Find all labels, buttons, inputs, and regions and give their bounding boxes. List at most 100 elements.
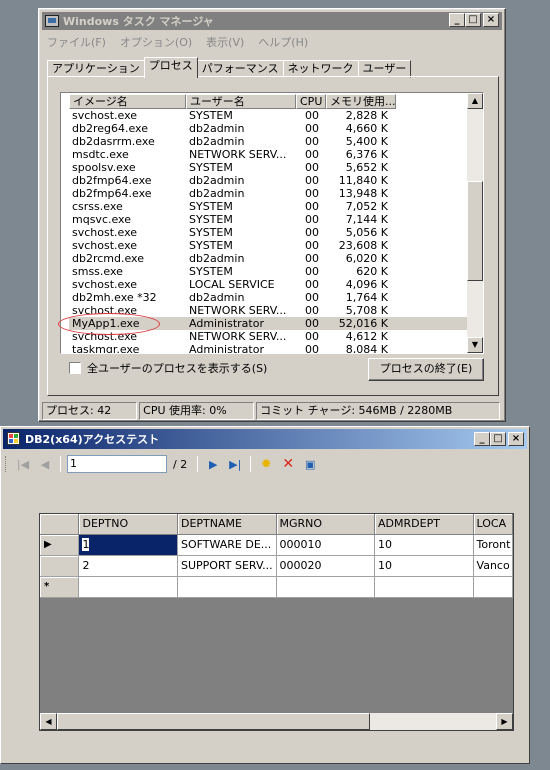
grid-cell-location[interactable] — [473, 577, 513, 598]
process-image-name: db2rcmd.exe — [72, 252, 144, 265]
process-list-scrollbar[interactable]: ▲ ▼ — [467, 93, 483, 353]
process-row[interactable]: smss.exe SYSTEM 00 620 K — [69, 265, 469, 278]
menu-help[interactable]: ヘルプ(H) — [256, 32, 310, 50]
status-commit-charge: コミット チャージ: 546MB / 2280MB — [256, 402, 500, 420]
process-memory: 11,840 K — [338, 174, 388, 187]
row-header[interactable] — [40, 556, 80, 577]
end-process-button[interactable]: プロセスの終了(E) — [368, 358, 484, 381]
process-row[interactable]: db2fmp64.exe db2admin 00 11,840 K — [69, 174, 469, 187]
table-row[interactable]: ▶ 1 SOFTWARE DE... 000010 10 Toront — [40, 535, 513, 556]
process-cpu: 00 — [305, 330, 319, 343]
task-manager-titlebar[interactable]: Windows タスク マネージャ _ □ × — [42, 12, 502, 30]
grid-header-row: DEPTNO DEPTNAME MGRNO ADMRDEPT LOCA — [40, 514, 513, 535]
scroll-left-icon[interactable]: ◀ — [40, 713, 57, 730]
grid-cell-deptname[interactable]: SOFTWARE DE... — [177, 535, 277, 556]
move-next-icon[interactable]: ▶ — [204, 455, 222, 473]
menu-options[interactable]: オプション(O) — [118, 32, 194, 50]
grid-cell-mgrno[interactable] — [276, 577, 376, 598]
process-row[interactable]: svchost.exe LOCAL SERVICE 00 4,096 K — [69, 278, 469, 291]
data-grid[interactable]: DEPTNO DEPTNAME MGRNO ADMRDEPT LOCA ▶ 1 … — [39, 513, 514, 731]
new-row[interactable]: * — [40, 577, 513, 598]
grid-cell-mgrno[interactable]: 000020 — [276, 556, 376, 577]
process-row[interactable]: csrss.exe SYSTEM 00 7,052 K — [69, 200, 469, 213]
status-cpu-usage: CPU 使用率: 0% — [139, 402, 255, 420]
grid-cell-mgrno[interactable]: 000010 — [276, 535, 376, 556]
process-row[interactable]: taskmgr.exe Administrator 00 8,084 K — [69, 343, 469, 353]
grid-cell-admrdept[interactable]: 10 — [375, 535, 474, 556]
scroll-up-icon[interactable]: ▲ — [467, 93, 483, 109]
grid-cell-admrdept[interactable]: 10 — [375, 556, 474, 577]
col-cpu[interactable]: CPU — [296, 94, 326, 109]
count-label: / 2 — [173, 457, 188, 471]
process-row[interactable]: svchost.exe SYSTEM 00 2,828 K — [69, 109, 469, 122]
process-image-name: db2dasrrm.exe — [72, 135, 155, 148]
process-user-name: SYSTEM — [189, 265, 233, 278]
scroll-down-icon[interactable]: ▼ — [467, 337, 483, 353]
process-memory: 5,708 K — [345, 304, 388, 317]
process-row[interactable]: spoolsv.exe SYSTEM 00 5,652 K — [69, 161, 469, 174]
col-admrdept[interactable]: ADMRDEPT — [375, 514, 474, 535]
col-location[interactable]: LOCA — [473, 514, 513, 535]
process-user-name: SYSTEM — [189, 226, 233, 239]
tab-processes[interactable]: プロセス — [143, 57, 198, 78]
process-row[interactable]: db2reg64.exe db2admin 00 4,660 K — [69, 122, 469, 135]
grid-cell-location[interactable]: Vanco — [473, 556, 513, 577]
scroll-right-icon[interactable]: ▶ — [496, 713, 513, 730]
process-row[interactable]: svchost.exe SYSTEM 00 5,056 K — [69, 226, 469, 239]
move-previous-icon[interactable]: ◀ — [36, 455, 54, 473]
col-deptno[interactable]: DEPTNO — [79, 514, 178, 535]
process-row[interactable]: db2fmp64.exe db2admin 00 13,948 K — [69, 187, 469, 200]
menu-file[interactable]: ファイル(F) — [45, 32, 108, 50]
position-input[interactable]: 1 — [67, 455, 167, 473]
process-image-name: db2reg64.exe — [72, 122, 149, 135]
grid-cell-deptno[interactable]: 2 — [79, 556, 178, 577]
checkbox-box[interactable] — [69, 362, 81, 374]
new-row-indicator-icon[interactable]: * — [40, 577, 80, 598]
h-scroll-thumb[interactable] — [57, 713, 370, 730]
process-image-name: svchost.exe — [72, 239, 138, 252]
show-all-users-checkbox[interactable]: 全ユーザーのプロセスを表示する(S) — [69, 360, 267, 376]
db2-close-button[interactable]: × — [508, 432, 524, 446]
db2-titlebar[interactable]: DB2(x64)アクセステスト _ □ × — [3, 429, 527, 449]
maximize-button[interactable]: □ — [465, 13, 481, 27]
move-first-icon[interactable]: |◀ — [14, 455, 32, 473]
col-deptname[interactable]: DEPTNAME — [177, 514, 277, 535]
grid-cell-deptname[interactable]: SUPPORT SERV... — [177, 556, 277, 577]
db2-maximize-button[interactable]: □ — [490, 432, 506, 446]
move-last-icon[interactable]: ▶| — [226, 455, 244, 473]
grid-cell-deptname[interactable] — [177, 577, 277, 598]
process-user-name: db2admin — [189, 252, 245, 265]
col-mgrno[interactable]: MGRNO — [276, 514, 376, 535]
save-icon[interactable]: ▣ — [301, 455, 319, 473]
menu-view[interactable]: 表示(V) — [204, 32, 246, 50]
minimize-button[interactable]: _ — [449, 13, 465, 27]
process-user-name: LOCAL SERVICE — [189, 278, 275, 291]
process-row[interactable]: msdtc.exe NETWORK SERV... 00 6,376 K — [69, 148, 469, 161]
process-row[interactable]: db2dasrrm.exe db2admin 00 5,400 K — [69, 135, 469, 148]
grid-cell-deptno[interactable]: 1 — [79, 535, 178, 556]
toolbar-grip[interactable] — [5, 456, 8, 472]
process-memory: 7,144 K — [345, 213, 388, 226]
current-row-indicator-icon[interactable]: ▶ — [40, 535, 80, 556]
process-row[interactable]: db2mh.exe *32 db2admin 00 1,764 K — [69, 291, 469, 304]
row-header-corner[interactable] — [40, 514, 80, 535]
db2-minimize-button[interactable]: _ — [474, 432, 490, 446]
add-new-icon[interactable]: ✹ — [257, 455, 275, 473]
process-row[interactable]: mqsvc.exe SYSTEM 00 7,144 K — [69, 213, 469, 226]
process-user-name: SYSTEM — [189, 200, 233, 213]
delete-icon[interactable]: ✕ — [279, 455, 297, 473]
col-image-name[interactable]: イメージ名 — [69, 94, 186, 109]
grid-cell-admrdept[interactable] — [375, 577, 474, 598]
table-row[interactable]: 2 SUPPORT SERV... 000020 10 Vanco — [40, 556, 513, 577]
grid-cell-location[interactable]: Toront — [473, 535, 513, 556]
close-button[interactable]: × — [483, 13, 499, 27]
col-memory[interactable]: メモリ使用... — [326, 94, 396, 109]
grid-horizontal-scrollbar[interactable]: ◀ ▶ — [40, 713, 513, 730]
col-user-name[interactable]: ユーザー名 — [186, 94, 296, 109]
process-row[interactable]: svchost.exe SYSTEM 00 23,608 K — [69, 239, 469, 252]
process-cpu: 00 — [305, 187, 319, 200]
process-memory: 620 K — [356, 265, 388, 278]
scroll-thumb[interactable] — [467, 181, 483, 281]
process-row[interactable]: db2rcmd.exe db2admin 00 6,020 K — [69, 252, 469, 265]
grid-cell-deptno[interactable] — [79, 577, 178, 598]
